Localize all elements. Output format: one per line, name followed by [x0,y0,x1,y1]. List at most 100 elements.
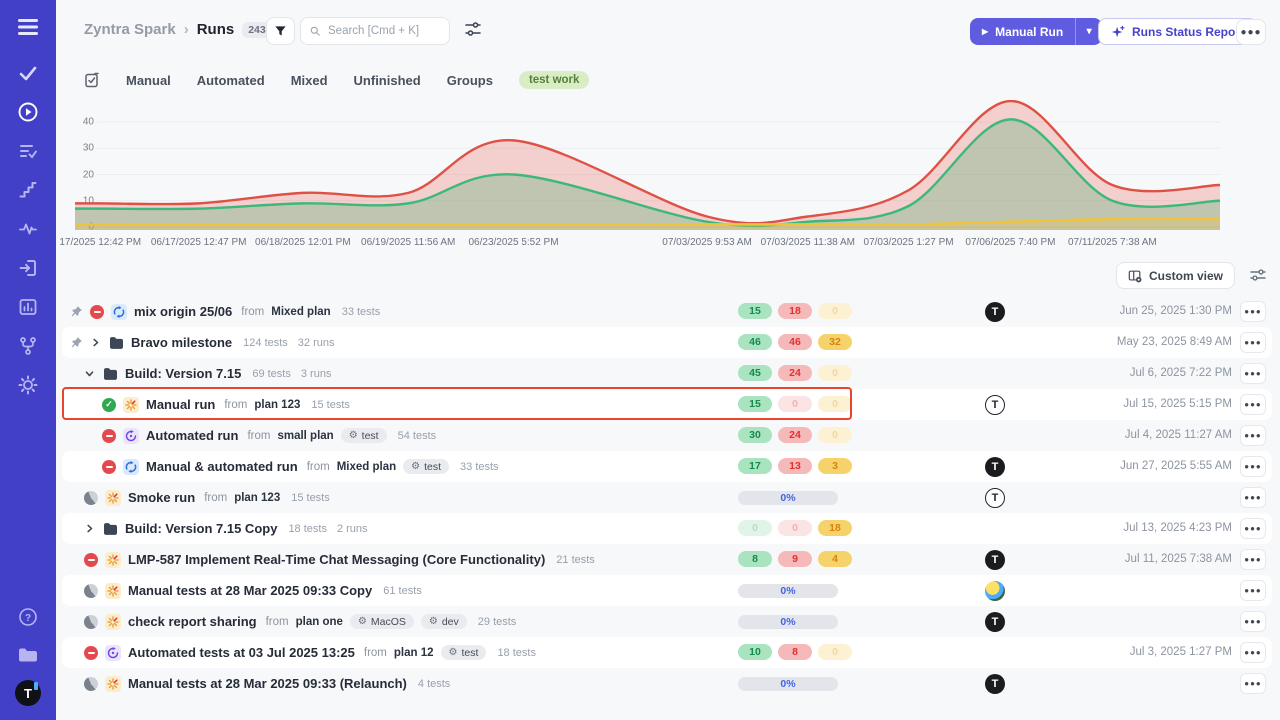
x-axis-tick: 17/2025 12:42 PM [59,237,141,248]
run-date: Jul 11, 2025 7:38 AM [1125,553,1232,565]
progress-bar: 0% [738,584,838,598]
badge-yellow: 0 [818,303,852,319]
run-meta: 15 tests [311,399,350,411]
runs-status-report-button[interactable]: Runs Status Report [1098,18,1257,45]
manual-run-button[interactable]: ▶Manual Run ▾ [970,18,1102,45]
run-row[interactable]: ✓Manual runfromplan 12315 tests1500TJul … [62,389,1272,420]
run-row[interactable]: Bravo milestone124 tests32 runs464632May… [62,327,1272,358]
row-more-button[interactable]: ●●● [1240,642,1266,663]
result-badges: 1080 [738,644,852,660]
row-more-button[interactable]: ●●● [1240,301,1266,322]
row-more-button[interactable]: ●●● [1240,487,1266,508]
user-avatar[interactable]: T [15,680,41,706]
row-more-button[interactable]: ●●● [1240,394,1266,415]
badge-green: 15 [738,303,772,319]
run-row[interactable]: Smoke runfromplan 12315 tests0%T●●● [62,482,1272,513]
run-row[interactable]: check report sharingfromplan one⚙MacOS⚙d… [62,606,1272,637]
breadcrumb-project[interactable]: Zyntra Spark [84,21,176,38]
activity-icon[interactable] [15,216,41,242]
custom-view-button[interactable]: Custom view [1116,262,1235,289]
run-date: Jul 15, 2025 5:15 PM [1123,398,1232,410]
run-list-icon[interactable] [84,72,100,88]
branches-icon[interactable] [15,333,41,359]
chevron-down-icon[interactable] [84,368,96,380]
assignee-avatar: T [985,302,1005,322]
tab-manual[interactable]: Manual [126,73,171,88]
row-more-button[interactable]: ●●● [1240,611,1266,632]
x-axis-tick: 07/03/2025 11:38 AM [761,237,855,248]
row-more-button[interactable]: ●●● [1240,456,1266,477]
run-row[interactable]: Build: Version 7.15 Copy18 tests2 runs00… [62,513,1272,544]
gear-icon: ⚙ [449,647,458,658]
x-axis-tick: 07/06/2025 7:40 PM [965,237,1055,248]
row-more-button[interactable]: ●●● [1240,363,1266,384]
x-axis-tick: 06/23/2025 5:52 PM [468,237,558,248]
run-row[interactable]: Manual & automated runfromMixed plan⚙tes… [62,451,1272,482]
run-meta: 21 tests [556,554,595,566]
view-sliders-icon[interactable] [1250,268,1266,287]
header-more-button[interactable]: ●●● [1236,19,1266,45]
tab-unfinished[interactable]: Unfinished [354,73,421,88]
row-more-button[interactable]: ●●● [1240,549,1266,570]
menu-icon[interactable] [15,14,41,40]
milestones-icon[interactable] [15,177,41,203]
x-axis-tick: 06/18/2025 12:01 PM [255,237,351,248]
imports-icon[interactable] [15,255,41,281]
badge-red: 8 [778,644,812,660]
run-meta: 18 tests [497,647,536,659]
x-axis-tick: 06/19/2025 11:56 AM [361,237,455,248]
manual-run-icon [105,676,121,692]
mixed-run-icon [123,459,139,475]
run-name: Build: Version 7.15 [125,366,241,381]
result-badges: 15180 [738,303,852,319]
from-label: from [266,616,289,628]
tab-groups[interactable]: Groups [447,73,493,88]
row-more-button[interactable]: ●●● [1240,673,1266,694]
search-icon [310,25,320,37]
plan-name: plan 123 [234,492,280,504]
pin-icon [70,305,83,318]
test-cases-icon[interactable] [15,138,41,164]
chevron-right-icon[interactable] [90,337,102,349]
run-row[interactable]: Manual tests at 28 Mar 2025 09:33 Copy61… [62,575,1272,606]
run-row[interactable]: LMP-587 Implement Real-Time Chat Messagi… [62,544,1272,575]
tab-automated[interactable]: Automated [197,73,265,88]
row-more-button[interactable]: ●●● [1240,332,1266,353]
status-passed-icon: ✓ [102,398,116,412]
filter-tag-test-work[interactable]: test work [519,71,590,89]
reports-icon[interactable] [15,294,41,320]
plan-name: plan one [296,616,343,628]
tab-mixed[interactable]: Mixed [291,73,328,88]
runs-icon[interactable] [15,99,41,125]
badge-green: 17 [738,458,772,474]
row-more-button[interactable]: ●●● [1240,518,1266,539]
search-input[interactable] [326,24,440,38]
run-row[interactable]: Manual tests at 28 Mar 2025 09:33 (Relau… [62,668,1272,699]
run-row[interactable]: mix origin 25/06fromMixed plan33 tests15… [62,296,1272,327]
manual-run-icon [105,614,121,630]
x-axis-tick: 07/11/2025 7:38 AM [1068,237,1157,248]
row-more-button[interactable]: ●●● [1240,425,1266,446]
badge-yellow: 4 [818,551,852,567]
chevron-right-icon[interactable] [84,523,96,535]
run-row[interactable]: Automated tests at 03 Jul 2025 13:25from… [62,637,1272,668]
run-meta: 69 tests3 runs [252,368,331,380]
projects-icon[interactable] [15,642,41,668]
assignee-avatar: T [985,674,1005,694]
tasks-icon[interactable] [15,60,41,86]
view-bar: Custom view [56,262,1280,290]
settings-icon[interactable] [15,372,41,398]
status-failed-icon [90,305,104,319]
result-badges: 464632 [738,334,852,350]
run-date: May 23, 2025 8:49 AM [1117,336,1232,348]
run-date: Jul 13, 2025 4:23 PM [1123,522,1232,534]
filter-button[interactable] [266,17,295,45]
from-label: from [241,306,264,318]
run-row[interactable]: Automated runfromsmall plan⚙test54 tests… [62,420,1272,451]
help-icon[interactable]: ? [15,604,41,630]
run-row[interactable]: Build: Version 7.1569 tests3 runs45240Ju… [62,358,1272,389]
search-box[interactable] [300,17,450,45]
adjustments-icon[interactable] [465,22,481,41]
row-more-button[interactable]: ●●● [1240,580,1266,601]
badge-green: 0 [738,520,772,536]
